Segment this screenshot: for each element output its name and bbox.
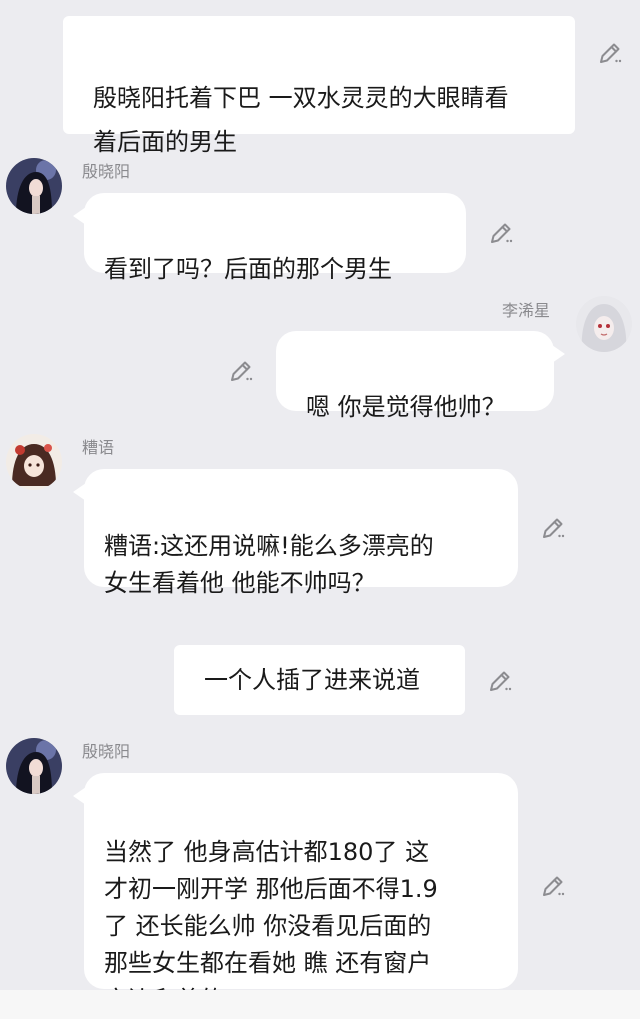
chat-bubble[interactable]: 嗯 你是觉得他帅？ (276, 331, 565, 421)
avatar[interactable] (6, 434, 62, 490)
chat-bubble[interactable]: 糟语:这还用说嘛!能么多漂亮的 女生看着他 他能不帅吗？ (73, 469, 518, 597)
narration-box: 一个人插了进来说道 (174, 645, 465, 715)
avatar[interactable] (6, 738, 62, 794)
sender-name: 糟语 (82, 438, 115, 457)
bottom-bar (0, 990, 640, 1019)
chat-bubble[interactable]: 看到了吗？后面的那个男生 (73, 193, 466, 283)
chat-bubble[interactable]: 当然了 他身高估计都180了 这 才初一刚开学 那他后面不得1.9 了 还长能么… (73, 773, 518, 1014)
avatar[interactable] (6, 158, 62, 214)
narration-text: 一个人插了进来说道 (204, 666, 420, 694)
message-text: 糟语:这还用说嘛!能么多漂亮的 女生看着他 他能不帅吗？ (104, 532, 434, 597)
sender-name: 殷晓阳 (82, 162, 131, 181)
edit-pen-icon[interactable] (540, 515, 566, 541)
message-text: 当然了 他身高估计都180了 这 才初一刚开学 那他后面不得1.9 了 还长能么… (104, 838, 438, 1014)
sender-name: 殷晓阳 (82, 742, 131, 761)
edit-pen-icon[interactable] (488, 220, 514, 246)
edit-pen-icon[interactable] (228, 358, 254, 384)
message-text: 看到了吗？后面的那个男生 (104, 255, 392, 283)
edit-pen-icon[interactable] (487, 668, 513, 694)
sender-name: 李浠星 (502, 301, 551, 320)
message-text: 嗯 你是觉得他帅？ (306, 393, 506, 421)
narration-text: 殷晓阳托着下巴 一双水灵灵的大眼睛看 着后面的男生 (93, 84, 509, 156)
edit-pen-icon[interactable] (540, 873, 566, 899)
avatar[interactable] (576, 296, 632, 352)
narration-box: 殷晓阳托着下巴 一双水灵灵的大眼睛看 着后面的男生 (63, 16, 575, 156)
edit-pen-icon[interactable] (597, 40, 623, 66)
